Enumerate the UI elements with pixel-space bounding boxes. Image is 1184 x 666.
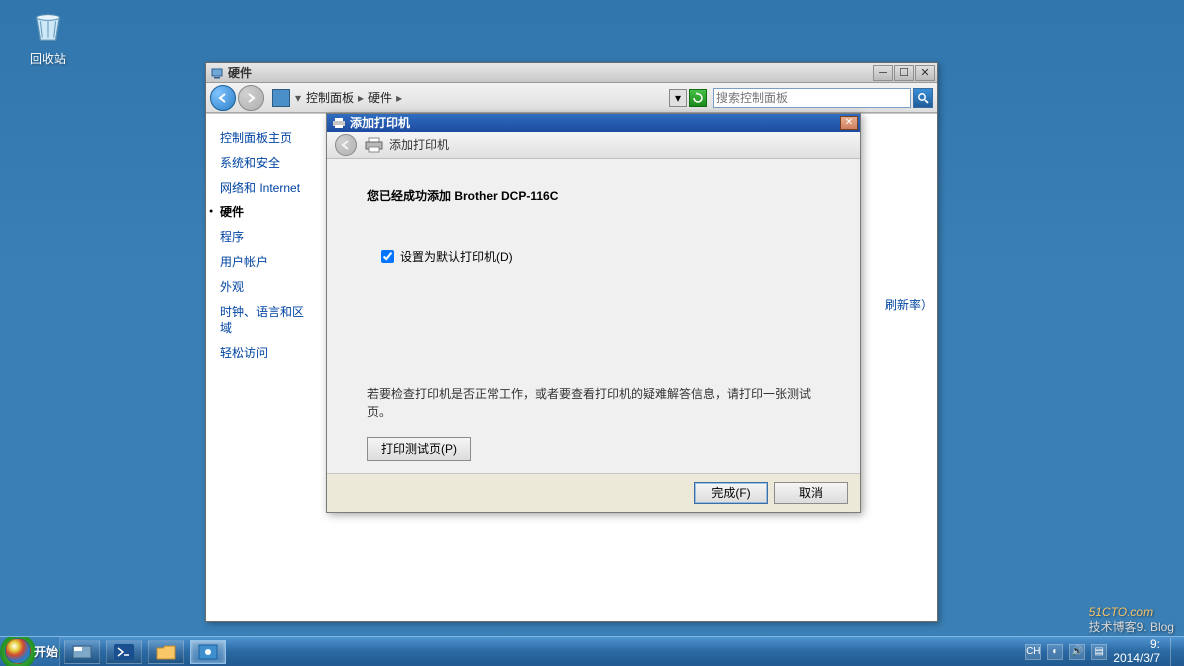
finish-button[interactable]: 完成(F) bbox=[694, 482, 768, 504]
clock-date: 2014/3/7 bbox=[1113, 652, 1160, 665]
test-page-hint: 若要检查打印机是否正常工作，或者要查看打印机的疑难解答信息，请打印一张测试页。 bbox=[367, 385, 822, 421]
default-printer-checkbox[interactable] bbox=[381, 250, 394, 263]
sidebar-item-clock[interactable]: 时钟、语言和区域 bbox=[220, 304, 310, 338]
dialog-back-button[interactable] bbox=[335, 134, 357, 156]
sidebar-item-programs[interactable]: 程序 bbox=[220, 229, 310, 246]
search-button[interactable] bbox=[913, 88, 933, 108]
window-titlebar[interactable]: 硬件 ─ ☐ ✕ bbox=[206, 63, 937, 83]
taskbar-explorer[interactable] bbox=[148, 640, 184, 664]
dialog-title: 添加打印机 bbox=[350, 114, 840, 131]
dialog-footer: 完成(F) 取消 bbox=[327, 473, 860, 512]
start-label: 开始 bbox=[34, 643, 58, 660]
maximize-button[interactable]: ☐ bbox=[894, 65, 914, 81]
system-tray: CH ◐ 🔊 ▤ 9: 2014/3/7 bbox=[1019, 637, 1184, 666]
taskbar-server-manager[interactable] bbox=[64, 640, 100, 664]
control-panel-icon bbox=[272, 89, 290, 107]
dialog-close-button[interactable]: ✕ bbox=[840, 116, 858, 130]
cancel-button[interactable]: 取消 bbox=[774, 482, 848, 504]
taskbar-powershell[interactable] bbox=[106, 640, 142, 664]
default-printer-label: 设置为默认打印机(D) bbox=[400, 248, 513, 265]
tray-icon[interactable]: ◐ bbox=[1047, 644, 1063, 660]
success-prefix: 您已经成功添加 bbox=[367, 189, 454, 203]
printer-name: Brother DCP-116C bbox=[454, 189, 558, 203]
printer-icon bbox=[332, 117, 346, 129]
sidebar-item-security[interactable]: 系统和安全 bbox=[220, 155, 310, 172]
start-button[interactable]: 开始 bbox=[0, 637, 60, 666]
chevron-down-icon[interactable]: ▾ bbox=[292, 91, 304, 105]
sidebar-item-home[interactable]: 控制面板主页 bbox=[220, 130, 310, 147]
print-test-button[interactable]: 打印测试页(P) bbox=[367, 437, 471, 461]
chevron-right-icon: ▸ bbox=[356, 91, 366, 105]
tray-speaker-icon[interactable]: 🔊 bbox=[1069, 644, 1085, 660]
default-printer-row[interactable]: 设置为默认打印机(D) bbox=[381, 248, 822, 265]
windows-orb-icon bbox=[5, 638, 31, 664]
watermark-sub: 技术博客9. Blog bbox=[1089, 621, 1174, 634]
bg-link-fragment[interactable]: 刷新率） bbox=[885, 296, 933, 313]
recycle-bin-label: 回收站 bbox=[30, 52, 66, 66]
dropdown-button[interactable]: ▾ bbox=[669, 89, 687, 107]
printer-icon bbox=[365, 137, 383, 153]
close-button[interactable]: ✕ bbox=[915, 65, 935, 81]
dialog-titlebar[interactable]: 添加打印机 ✕ bbox=[327, 114, 860, 132]
clock-time: 9: bbox=[1113, 638, 1160, 651]
minimize-button[interactable]: ─ bbox=[873, 65, 893, 81]
recycle-bin[interactable]: 回收站 bbox=[18, 8, 78, 67]
forward-button[interactable] bbox=[238, 85, 264, 111]
sidebar-item-appearance[interactable]: 外观 bbox=[220, 279, 310, 296]
taskbar: 开始 CH ◐ 🔊 ▤ 9: 2014/3/7 bbox=[0, 636, 1184, 666]
window-title: 硬件 bbox=[228, 64, 873, 81]
refresh-button[interactable] bbox=[689, 89, 707, 107]
search-field[interactable] bbox=[716, 91, 908, 105]
sidebar-item-access[interactable]: 轻松访问 bbox=[220, 345, 310, 362]
sidebar-item-accounts[interactable]: 用户帐户 bbox=[220, 254, 310, 271]
search-input[interactable] bbox=[713, 88, 911, 108]
clock[interactable]: 9: 2014/3/7 bbox=[1113, 638, 1160, 664]
show-desktop[interactable] bbox=[1170, 638, 1178, 666]
sidebar: 控制面板主页 系统和安全 网络和 Internet 硬件 程序 用户帐户 外观 … bbox=[206, 114, 318, 621]
lang-indicator[interactable]: CH bbox=[1025, 644, 1041, 660]
dialog-header: 添加打印机 bbox=[327, 132, 860, 159]
toolbar: ▾ 控制面板 ▸ 硬件 ▸ ▾ bbox=[206, 83, 937, 113]
sidebar-item-network[interactable]: 网络和 Internet bbox=[220, 180, 310, 197]
breadcrumb-item[interactable]: 控制面板 bbox=[304, 89, 356, 106]
tray-network-icon[interactable]: ▤ bbox=[1091, 644, 1107, 660]
back-button[interactable] bbox=[210, 85, 236, 111]
watermark-main: 51CTO.com bbox=[1089, 605, 1153, 619]
breadcrumb-item[interactable]: 硬件 bbox=[366, 89, 394, 106]
add-printer-dialog: 添加打印机 ✕ 添加打印机 您已经成功添加 Brother DCP-116C 设… bbox=[326, 113, 861, 513]
taskbar-control-panel[interactable] bbox=[190, 640, 226, 664]
chevron-right-icon: ▸ bbox=[394, 91, 404, 105]
dialog-header-text: 添加打印机 bbox=[389, 136, 449, 153]
hardware-icon bbox=[210, 66, 224, 80]
breadcrumb[interactable]: ▾ 控制面板 ▸ 硬件 ▸ bbox=[272, 89, 404, 107]
sidebar-item-hardware[interactable]: 硬件 bbox=[220, 204, 310, 221]
watermark: 51CTO.com 技术博客9. Blog bbox=[1089, 597, 1174, 634]
success-message: 您已经成功添加 Brother DCP-116C bbox=[367, 187, 822, 204]
